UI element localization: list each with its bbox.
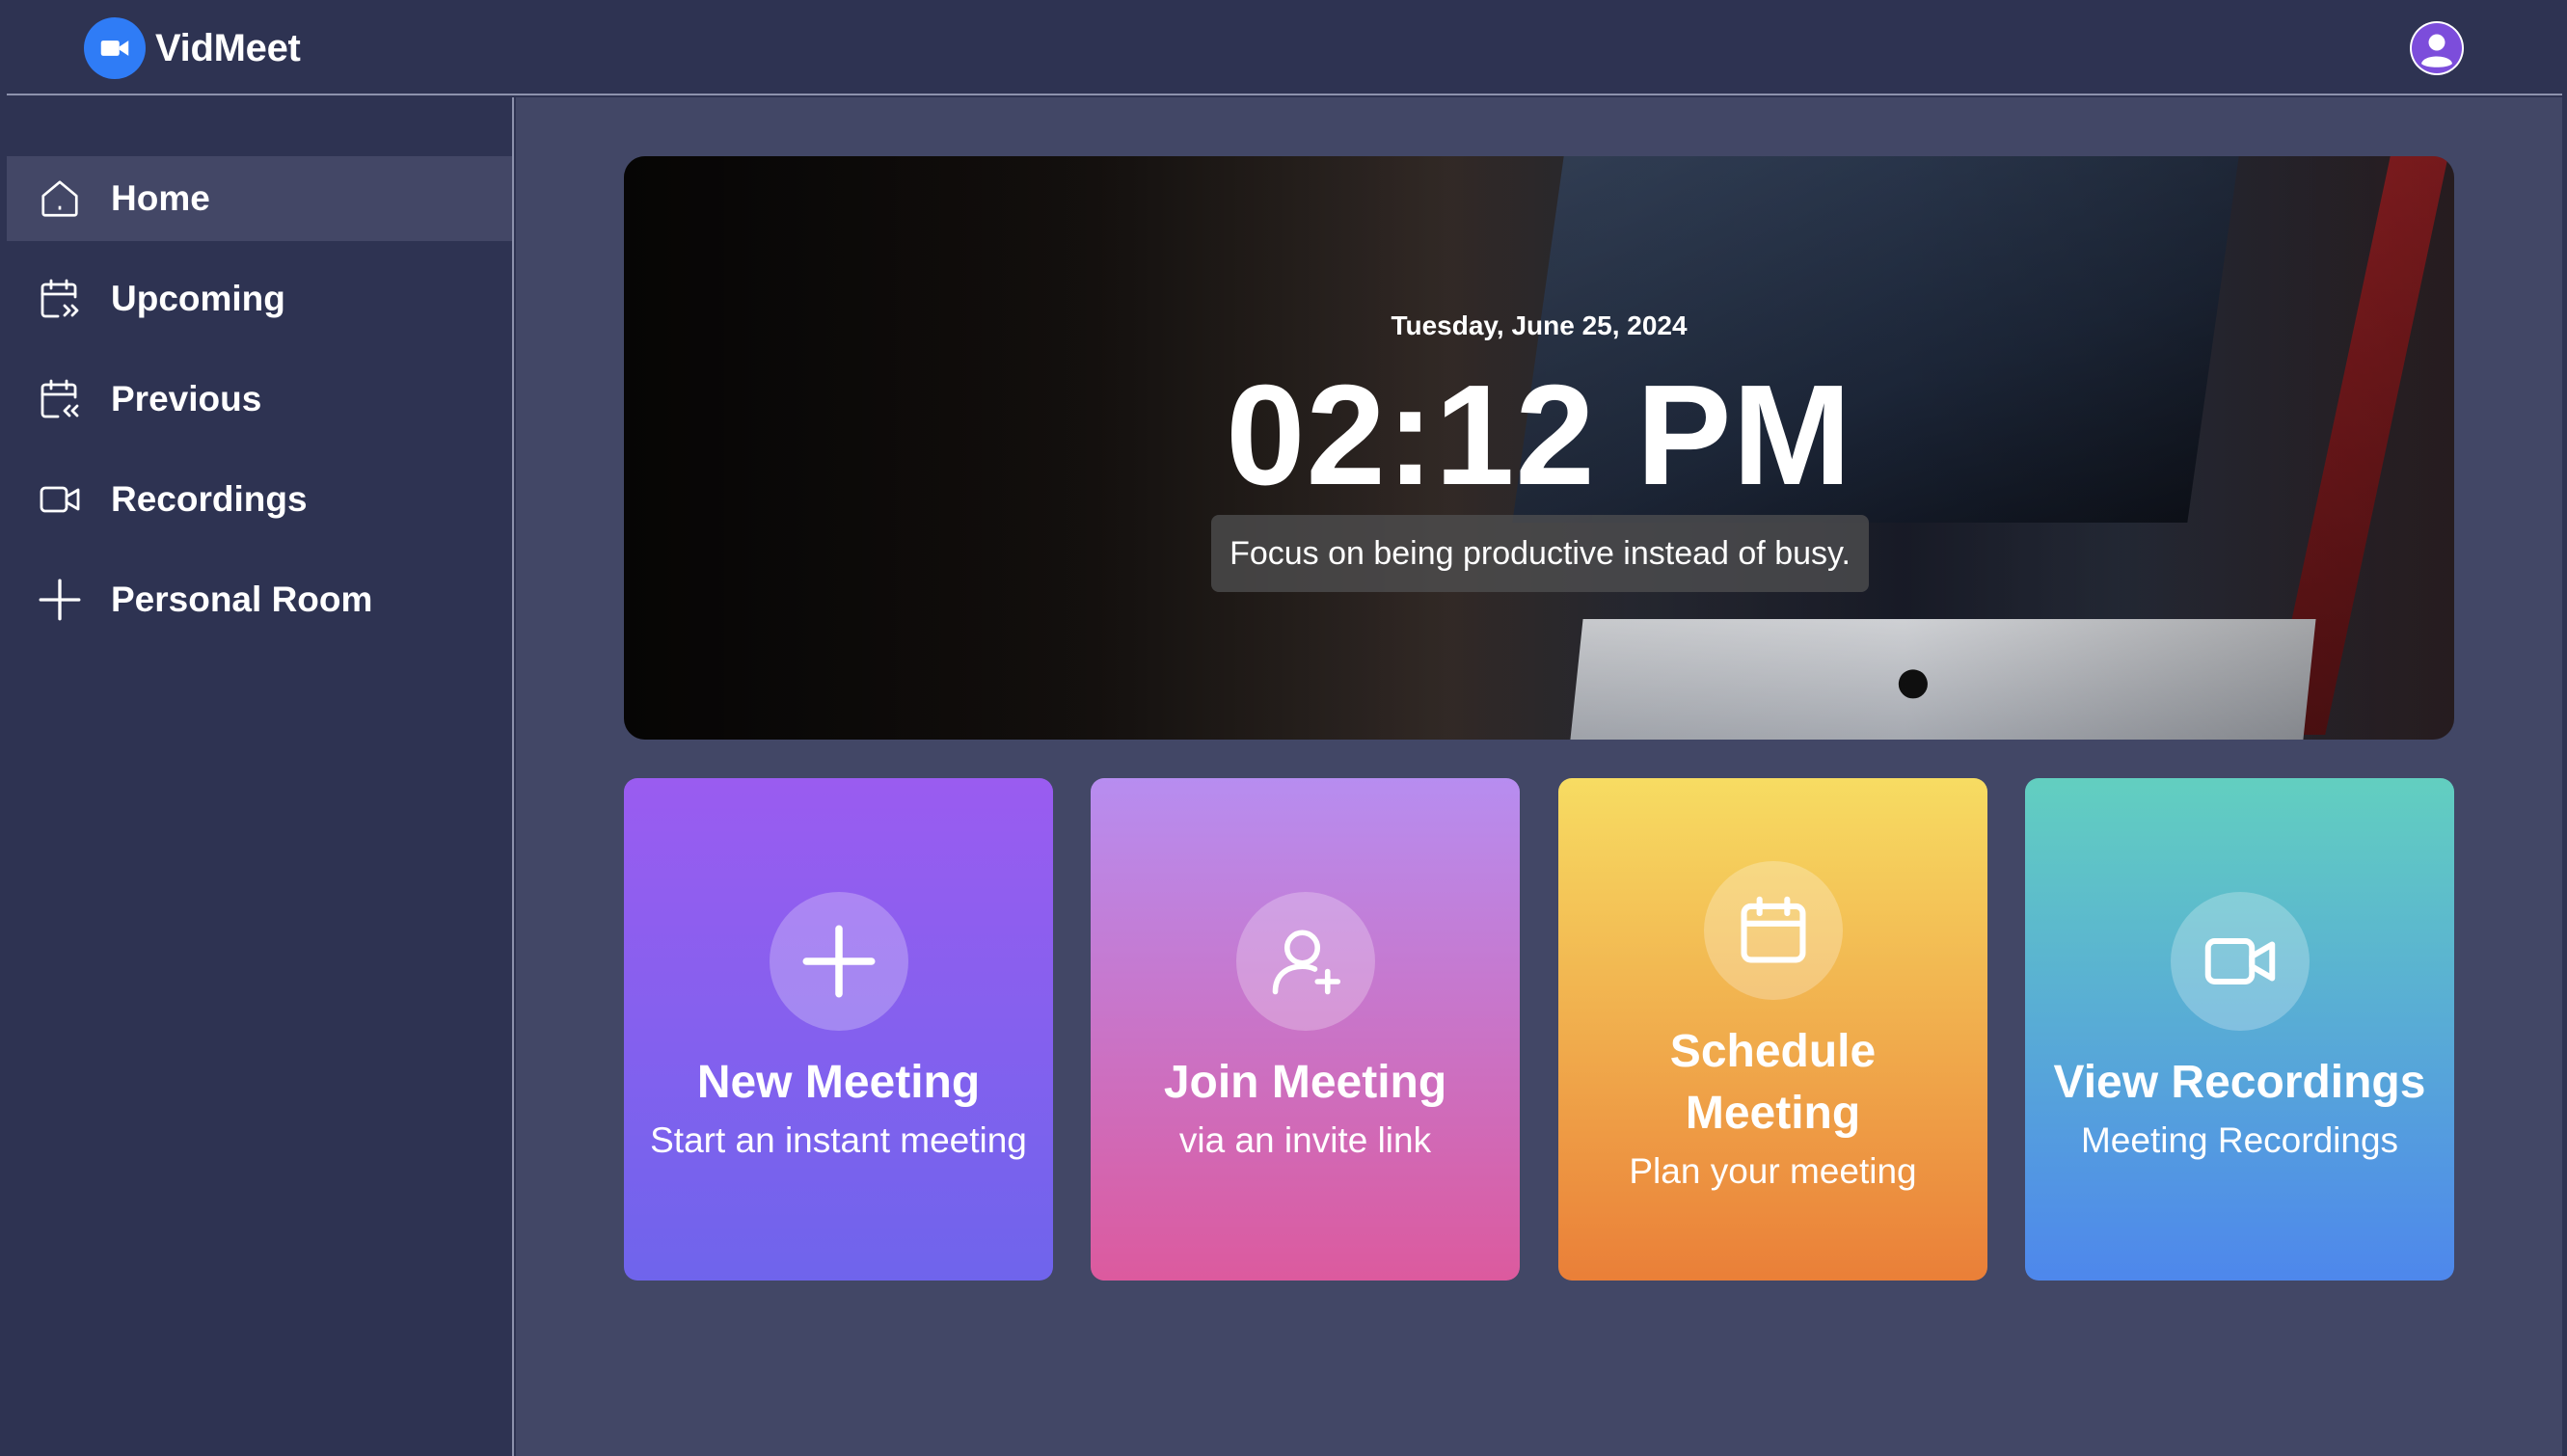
- main-content: ● Tuesday, June 25, 2024 02:12 PM Focus …: [516, 97, 2562, 1456]
- calendar-icon: [1703, 860, 1843, 1000]
- app-window: VidMeet Home Upcoming Previous Recording…: [7, 0, 2562, 1456]
- video-icon: [36, 475, 84, 524]
- hero-time: 02:12 PM: [1226, 356, 1852, 515]
- sidebar-item-label: Home: [111, 178, 210, 218]
- sidebar-item-previous[interactable]: Previous: [7, 357, 512, 442]
- card-title: View Recordings: [2053, 1056, 2426, 1108]
- sidebar-item-home[interactable]: Home: [7, 156, 512, 241]
- calendar-forward-icon: [36, 275, 84, 323]
- home-icon: [36, 175, 84, 223]
- plus-icon: [36, 576, 84, 624]
- video-camera-logo-icon: [84, 17, 146, 79]
- sidebar-item-label: Recordings: [111, 479, 308, 519]
- user-icon: [2412, 23, 2462, 73]
- card-title: New Meeting: [696, 1056, 981, 1108]
- sidebar-item-label: Personal Room: [111, 580, 373, 619]
- card-subtitle: Meeting Recordings: [2080, 1119, 2399, 1160]
- new-meeting-card[interactable]: New Meeting Start an instant meeting: [624, 778, 1053, 1281]
- card-subtitle: via an invite link: [1178, 1119, 1432, 1160]
- plus-icon: [769, 891, 908, 1031]
- join-meeting-card[interactable]: Join Meeting via an invite link: [1091, 778, 1520, 1281]
- hero-banner: ● Tuesday, June 25, 2024 02:12 PM Focus …: [624, 156, 2454, 740]
- calendar-back-icon: [36, 375, 84, 423]
- sidebar-item-personal-room[interactable]: Personal Room: [7, 557, 512, 642]
- sidebar-item-upcoming[interactable]: Upcoming: [7, 256, 512, 341]
- sidebar-item-label: Previous: [111, 379, 262, 418]
- card-title: Join Meeting: [1163, 1056, 1447, 1108]
- card-title: Schedule Meeting: [1669, 1025, 1877, 1139]
- user-plus-icon: [1235, 891, 1375, 1031]
- hero-date: Tuesday, June 25, 2024: [1391, 310, 1688, 340]
- card-subtitle: Plan your meeting: [1629, 1150, 1917, 1191]
- hero-quote: Focus on being productive instead of bus…: [1211, 515, 1869, 592]
- brand-name: VidMeet: [155, 26, 301, 69]
- video-icon: [2170, 891, 2310, 1031]
- card-subtitle: Start an instant meeting: [650, 1119, 1027, 1160]
- user-avatar[interactable]: [2410, 21, 2464, 75]
- sidebar-item-recordings[interactable]: Recordings: [7, 457, 512, 542]
- action-cards: New Meeting Start an instant meeting Joi…: [624, 778, 2454, 1281]
- top-bar: VidMeet: [7, 0, 2562, 95]
- sidebar-item-label: Upcoming: [111, 279, 285, 318]
- sidebar: Home Upcoming Previous Recordings Person…: [7, 97, 514, 1456]
- view-recordings-card[interactable]: View Recordings Meeting Recordings: [2025, 778, 2454, 1281]
- schedule-meeting-card[interactable]: Schedule Meeting Plan your meeting: [1558, 778, 1987, 1281]
- brand[interactable]: VidMeet: [84, 17, 301, 79]
